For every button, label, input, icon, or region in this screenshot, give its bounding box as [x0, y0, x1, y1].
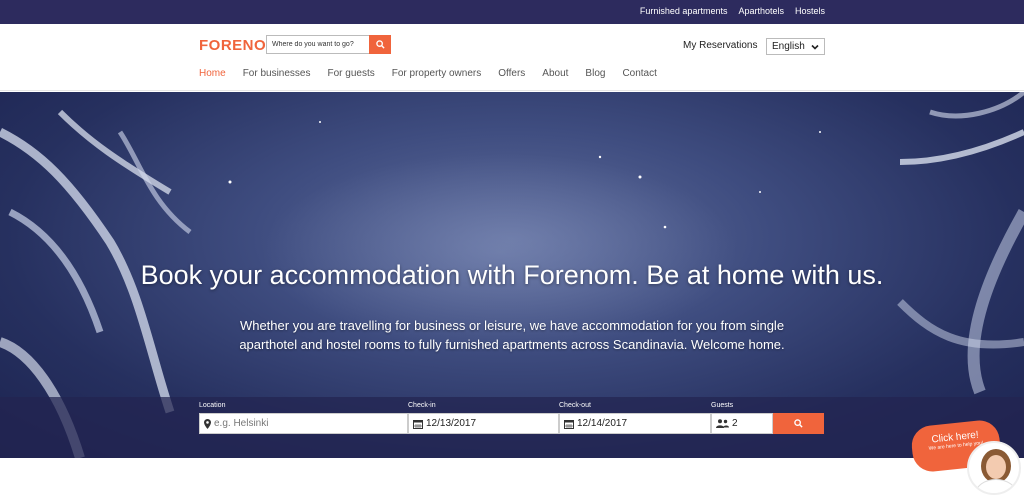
search-icon	[375, 40, 385, 49]
checkout-value: 12/14/2017	[577, 418, 628, 429]
search-input[interactable]	[266, 35, 369, 54]
top-link-furnished-apartments[interactable]: Furnished apartments	[640, 6, 728, 16]
booking-bar: Location e.g. Helsinki Check-in 12/13/20…	[0, 397, 1024, 458]
checkin-field[interactable]: 12/13/2017	[408, 413, 559, 434]
chat-agent-avatar[interactable]	[967, 441, 1021, 495]
calendar-icon	[413, 419, 423, 429]
top-links: Furnished apartments Aparthotels Hostels	[640, 6, 825, 16]
location-placeholder: e.g. Helsinki	[214, 418, 269, 429]
search-icon	[794, 419, 803, 428]
booking-search-button[interactable]	[773, 413, 824, 434]
nav-about[interactable]: About	[542, 68, 568, 79]
checkin-label: Check-in	[408, 402, 436, 409]
hero-title: Book your accommodation with Forenom. Be…	[140, 260, 884, 290]
guests-label: Guests	[711, 402, 734, 409]
language-select[interactable]: English	[766, 38, 825, 55]
my-reservations-link[interactable]: My Reservations	[683, 40, 757, 51]
location-field[interactable]: e.g. Helsinki	[199, 413, 408, 434]
checkin-value: 12/13/2017	[426, 418, 477, 429]
location-label: Location	[199, 402, 226, 409]
nav-for-businesses[interactable]: For businesses	[243, 68, 311, 79]
top-utility-bar: Furnished apartments Aparthotels Hostels	[0, 0, 1024, 24]
avatar-face	[986, 455, 1006, 479]
avatar-shirt	[975, 479, 1017, 493]
map-marker-icon	[204, 418, 211, 429]
top-link-hostels[interactable]: Hostels	[795, 6, 825, 16]
language-value: English	[772, 41, 805, 52]
checkout-field[interactable]: 12/14/2017	[559, 413, 711, 434]
search-button[interactable]	[369, 35, 391, 54]
main-nav: Home For businesses For guests For prope…	[199, 68, 657, 79]
nav-for-guests[interactable]: For guests	[328, 68, 375, 79]
nav-offers[interactable]: Offers	[498, 68, 525, 79]
users-icon	[716, 419, 729, 428]
nav-blog[interactable]: Blog	[585, 68, 605, 79]
nav-for-property-owners[interactable]: For property owners	[392, 68, 481, 79]
checkout-label: Check-out	[559, 402, 591, 409]
site-header: FORENOM My Reservations English Home For…	[0, 24, 1024, 91]
nav-contact[interactable]: Contact	[622, 68, 656, 79]
top-link-aparthotels[interactable]: Aparthotels	[738, 6, 784, 16]
hero-subtitle: Whether you are travelling for business …	[239, 318, 785, 352]
chevron-down-icon	[811, 44, 819, 50]
site-search	[266, 35, 391, 54]
calendar-icon	[564, 419, 574, 429]
guests-field[interactable]: 2	[711, 413, 773, 434]
guests-value: 2	[732, 418, 738, 429]
nav-home[interactable]: Home	[199, 68, 226, 79]
